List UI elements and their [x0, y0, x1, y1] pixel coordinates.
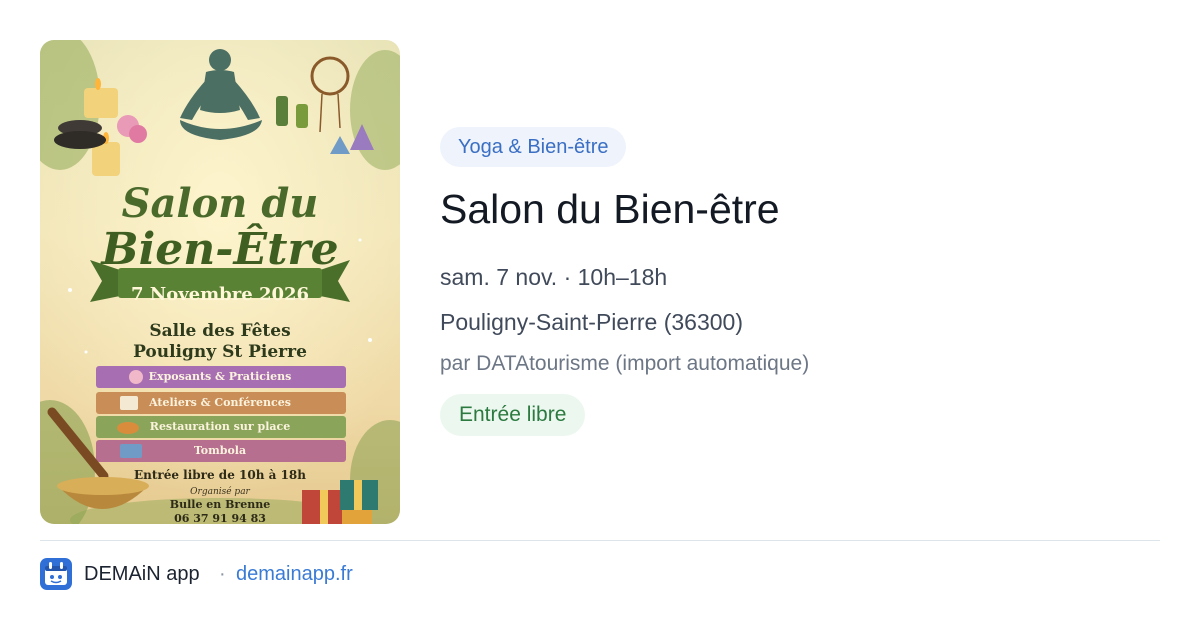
- poster-venue-line2: Pouligny St Pierre: [133, 342, 307, 362]
- poster-organizer-name: Bulle en Brenne: [169, 498, 271, 511]
- poster-entry: Entrée libre de 10h à 18h: [133, 468, 306, 482]
- poster-feature-exhibitors: Exposants & Praticiens: [148, 370, 292, 383]
- footer-divider: [40, 540, 1160, 541]
- poster-venue-line1: Salle des Fêtes: [149, 321, 291, 341]
- event-datetime: sam. 7 nov. · 10h–18h: [440, 264, 668, 290]
- event-source: par DATAtourisme (import automatique): [440, 352, 810, 375]
- poster-title-line2: Bien-Être: [101, 224, 339, 275]
- poster-organizer-label: Organisé par: [190, 487, 250, 497]
- poster-feature-workshops: Ateliers & Conférences: [149, 396, 291, 409]
- price-badge: Entrée libre: [440, 394, 586, 436]
- category-badge[interactable]: Yoga & Bien-être: [440, 127, 627, 167]
- poster-phone: 06 37 91 94 83: [174, 512, 266, 524]
- poster-date-banner: 7 Novembre 2026: [130, 284, 310, 305]
- event-title: Salon du Bien-être: [440, 186, 780, 232]
- app-name: DEMAiN app: [84, 563, 200, 585]
- event-location: Pouligny-Saint-Pierre (36300): [440, 309, 743, 335]
- poster-feature-raffle: Tombola: [193, 444, 247, 457]
- app-url-link[interactable]: demainapp.fr: [236, 563, 353, 586]
- poster-feature-catering: Restauration sur place: [149, 420, 291, 433]
- demain-app-icon[interactable]: [40, 558, 72, 590]
- poster-title-line1: Salon du: [121, 180, 319, 227]
- footer-separator: ·: [219, 563, 226, 585]
- event-poster[interactable]: Salon du Bien-Être 7 Novembre 2026 Salle…: [40, 40, 400, 524]
